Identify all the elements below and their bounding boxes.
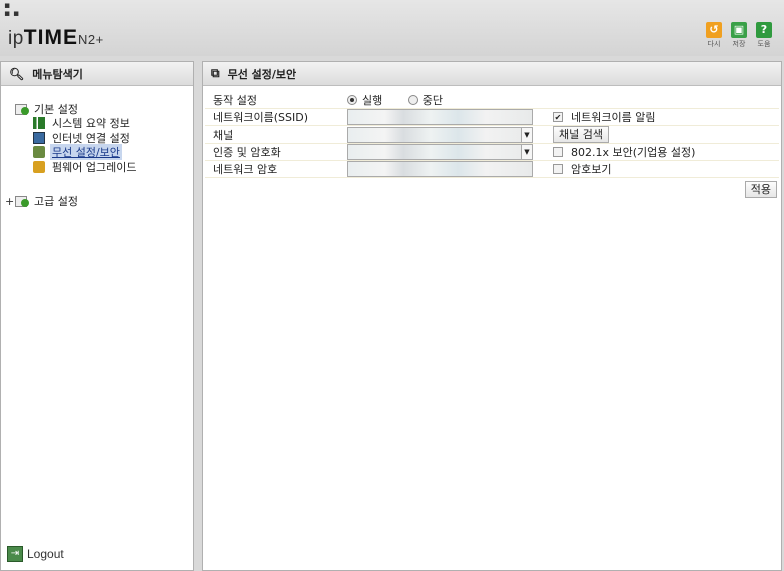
redacted-value [348, 127, 532, 142]
auth-extra: 802.1x 보안(기업용 설정) [533, 144, 779, 161]
folder-icon [15, 195, 31, 207]
sidebar-item-firmware[interactable]: 펌웨어 업그레이드 [33, 160, 193, 175]
refresh-button[interactable]: ↺ 다시 [704, 22, 724, 49]
expand-icon[interactable]: + [5, 195, 15, 208]
ssid-broadcast-label: 네트워크이름 알림 [571, 111, 656, 124]
password-input[interactable] [347, 161, 533, 177]
operation-options: 실행 중단 [347, 92, 779, 109]
logo-brand: TIME [23, 26, 78, 49]
channel-cell: ▼ [347, 126, 533, 144]
radio-run-label: 실행 [362, 94, 383, 107]
show-password-label: 암호보기 [571, 163, 612, 176]
menu-dots-icon: ▪ ▪ ▪ [4, 1, 20, 19]
radio-dot [407, 95, 418, 105]
operation-label: 동작 설정 [213, 94, 257, 107]
checkbox-box [553, 147, 563, 157]
radio-stop[interactable]: 중단 [407, 92, 443, 108]
ssid-cell [347, 109, 533, 126]
ssid-extra: ✔ 네트워크이름 알림 [533, 109, 779, 126]
channel-search-button[interactable]: 채널 검색 [553, 126, 609, 143]
enterprise-label: 802.1x 보안(기업용 설정) [571, 146, 696, 159]
row-auth: 인증 및 암호화 ▼ 802.1x 보안(기업용 설정) [205, 144, 779, 161]
help-button[interactable]: ? 도움 [754, 22, 774, 49]
radio-dot [347, 95, 357, 105]
search-icon: 🔍︎ [9, 66, 25, 81]
apply-button[interactable]: 적용 [744, 181, 777, 198]
row-channel: 채널 ▼ 채널 검색 [205, 126, 779, 144]
header-buttons: ↺ 다시 ▣ 저장 ? 도움 [704, 22, 774, 49]
menu-tree: 기본 설정 시스템 요약 정보 인터넷 연결 설정 무선 설정/보안 펌웨어 업… [1, 86, 193, 208]
firmware-icon [33, 160, 45, 173]
save-icon: ▣ [731, 22, 747, 38]
tree-group-advanced-label: 고급 설정 [34, 195, 78, 208]
radio-run[interactable]: 실행 [347, 92, 382, 108]
sidebar-title: 메뉴탐색기 [32, 67, 83, 81]
logout-icon: ⇥ [7, 546, 23, 562]
password-cell [347, 161, 533, 178]
checkbox-box [553, 164, 563, 174]
auth-label: 인증 및 암호화 [213, 146, 281, 159]
sidebar-header: 🔍︎ 메뉴탐색기 [1, 62, 193, 86]
password-label: 네트워크 암호 [213, 163, 278, 176]
auth-cell: ▼ [347, 144, 533, 161]
chevron-down-icon: ▼ [521, 144, 533, 160]
wireless-settings-form: 동작 설정 실행 중단 네트워크이름(SSID) ✔ 네트워크이름 알림 채널 … [205, 92, 779, 178]
row-ssid: 네트워크이름(SSID) ✔ 네트워크이름 알림 [205, 109, 779, 126]
chart-icon [33, 117, 45, 130]
redacted-value [348, 145, 532, 159]
channel-label: 채널 [213, 128, 234, 142]
sidebar-item-internet-setup[interactable]: 인터넷 연결 설정 [33, 131, 193, 146]
folder-icon [15, 103, 31, 115]
app-header: ▪ ▪ ▪ ipTIMEN2+ ↺ 다시 ▣ 저장 ? 도움 [0, 0, 784, 56]
iptime-logo: ipTIMEN2+ [8, 26, 104, 50]
row-password: 네트워크 암호 암호보기 [205, 161, 779, 178]
show-password-checkbox[interactable]: 암호보기 [553, 161, 611, 177]
ssid-broadcast-checkbox[interactable]: ✔ 네트워크이름 알림 [553, 109, 655, 125]
checkbox-box: ✔ [553, 112, 563, 122]
channel-extra: 채널 검색 [533, 126, 779, 144]
sidebar-item-system-summary[interactable]: 시스템 요약 정보 [33, 116, 193, 131]
logout-button[interactable]: ⇥ Logout [7, 546, 64, 562]
password-extra: 암호보기 [533, 161, 779, 178]
auth-select[interactable]: ▼ [347, 144, 533, 160]
radio-stop-label: 중단 [422, 94, 443, 107]
chevron-down-icon: ▼ [521, 126, 533, 143]
redacted-value [348, 162, 532, 176]
logo-model: N2+ [77, 32, 104, 47]
sidebar-item-wireless[interactable]: 무선 설정/보안 [33, 144, 193, 161]
logo-prefix: ip [8, 28, 24, 49]
redacted-value [348, 110, 532, 124]
help-label: 도움 [757, 40, 771, 48]
refresh-icon: ↺ [706, 22, 722, 38]
ssid-input[interactable] [347, 109, 533, 125]
tree-group-basic[interactable]: 기본 설정 [15, 102, 193, 116]
main-panel: ⧉ 무선 설정/보안 동작 설정 실행 중단 네트워크이름(SSID) ✔ 네트… [202, 61, 782, 571]
network-icon [33, 131, 45, 144]
window-icon: ⧉ [211, 66, 220, 80]
logout-label: Logout [27, 547, 64, 561]
wireless-icon [33, 146, 45, 159]
apply-row: 적용 [203, 178, 781, 198]
sidebar-item-label: 펌웨어 업그레이드 [52, 160, 137, 174]
row-operation: 동작 설정 실행 중단 [205, 92, 779, 109]
enterprise-checkbox[interactable]: 802.1x 보안(기업용 설정) [553, 144, 695, 160]
refresh-label: 다시 [707, 40, 721, 48]
page-title: 무선 설정/보안 [227, 67, 297, 81]
help-icon: ? [756, 22, 772, 38]
channel-select[interactable]: ▼ [347, 126, 533, 143]
main-header: ⧉ 무선 설정/보안 [203, 62, 781, 86]
tree-group-advanced[interactable]: + 고급 설정 [5, 194, 193, 209]
save-label: 저장 [732, 40, 746, 48]
sidebar: 🔍︎ 메뉴탐색기 기본 설정 시스템 요약 정보 인터넷 연결 설정 무선 설정… [0, 61, 194, 571]
ssid-label: 네트워크이름(SSID) [213, 111, 308, 124]
save-button[interactable]: ▣ 저장 [729, 22, 749, 49]
